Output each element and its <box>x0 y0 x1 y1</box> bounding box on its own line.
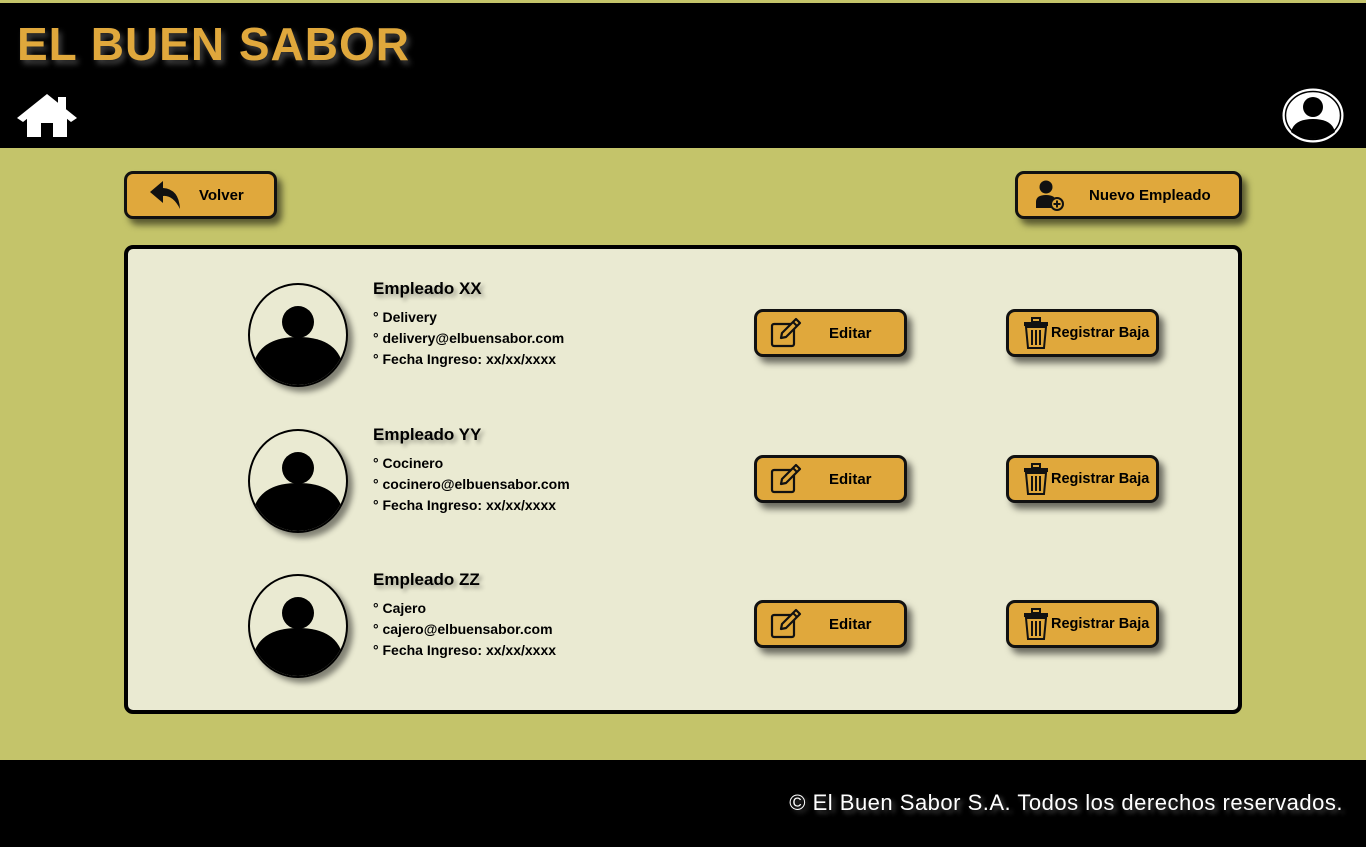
edit-icon <box>770 608 802 639</box>
back-button[interactable]: Volver <box>124 171 277 219</box>
new-employee-button[interactable]: Nuevo Empleado <box>1015 171 1242 219</box>
remove-button[interactable]: Registrar Baja <box>1006 309 1159 357</box>
footer: © El Buen Sabor S.A. Todos los derechos … <box>0 760 1366 847</box>
employee-date: ° Fecha Ingreso: xx/xx/xxxx <box>373 351 557 367</box>
avatar <box>248 429 348 533</box>
user-circle-icon[interactable] <box>1282 88 1344 143</box>
employee-date: ° Fecha Ingreso: xx/xx/xxxx <box>373 642 557 658</box>
edit-button[interactable]: Editar <box>754 455 907 503</box>
copyright-text: © El Buen Sabor S.A. Todos los derechos … <box>789 790 1343 815</box>
list-item: Empleado XX ° Delivery ° delivery@elbuen… <box>128 279 1238 391</box>
employee-role: ° Cocinero <box>373 455 444 471</box>
edit-icon <box>770 317 802 348</box>
remove-button[interactable]: Registrar Baja <box>1006 600 1159 648</box>
remove-label: Registrar Baja <box>1051 471 1150 487</box>
remove-button[interactable]: Registrar Baja <box>1006 455 1159 503</box>
avatar <box>248 574 348 678</box>
edit-button[interactable]: Editar <box>754 600 907 648</box>
add-user-icon <box>1036 180 1064 211</box>
employee-role: ° Delivery <box>373 309 437 325</box>
list-item: Empleado ZZ ° Cajero ° cajero@elbuensabo… <box>128 570 1238 682</box>
remove-label: Registrar Baja <box>1051 616 1150 632</box>
edit-label: Editar <box>829 470 872 488</box>
brand-title: EL BUEN SABOR <box>17 18 410 70</box>
employee-email: ° cajero@elbuensabor.com <box>373 621 553 637</box>
employee-role: ° Cajero <box>373 600 427 616</box>
remove-label: Registrar Baja <box>1051 325 1150 341</box>
employee-name: Empleado XX <box>373 279 482 298</box>
employee-email: ° cocinero@elbuensabor.com <box>373 476 570 492</box>
trash-icon <box>1024 463 1048 495</box>
edit-button[interactable]: Editar <box>754 309 907 357</box>
trash-icon <box>1024 608 1048 640</box>
employee-list-panel: Empleado XX ° Delivery ° delivery@elbuen… <box>124 245 1242 714</box>
employee-name: Empleado ZZ <box>373 570 480 589</box>
edit-icon <box>770 463 802 494</box>
edit-label: Editar <box>829 615 872 633</box>
back-label: Volver <box>199 186 244 204</box>
reply-arrow-icon <box>150 181 180 209</box>
home-icon[interactable] <box>15 91 79 139</box>
trash-icon <box>1024 317 1048 349</box>
new-employee-label: Nuevo Empleado <box>1089 186 1211 204</box>
employee-name: Empleado YY <box>373 425 482 444</box>
employee-email: ° delivery@elbuensabor.com <box>373 330 565 346</box>
employee-date: ° Fecha Ingreso: xx/xx/xxxx <box>373 497 557 513</box>
top-bar: EL BUEN SABOR <box>0 0 1366 148</box>
avatar <box>248 283 348 387</box>
list-item: Empleado YY ° Cocinero ° cocinero@elbuen… <box>128 425 1238 537</box>
edit-label: Editar <box>829 324 872 342</box>
